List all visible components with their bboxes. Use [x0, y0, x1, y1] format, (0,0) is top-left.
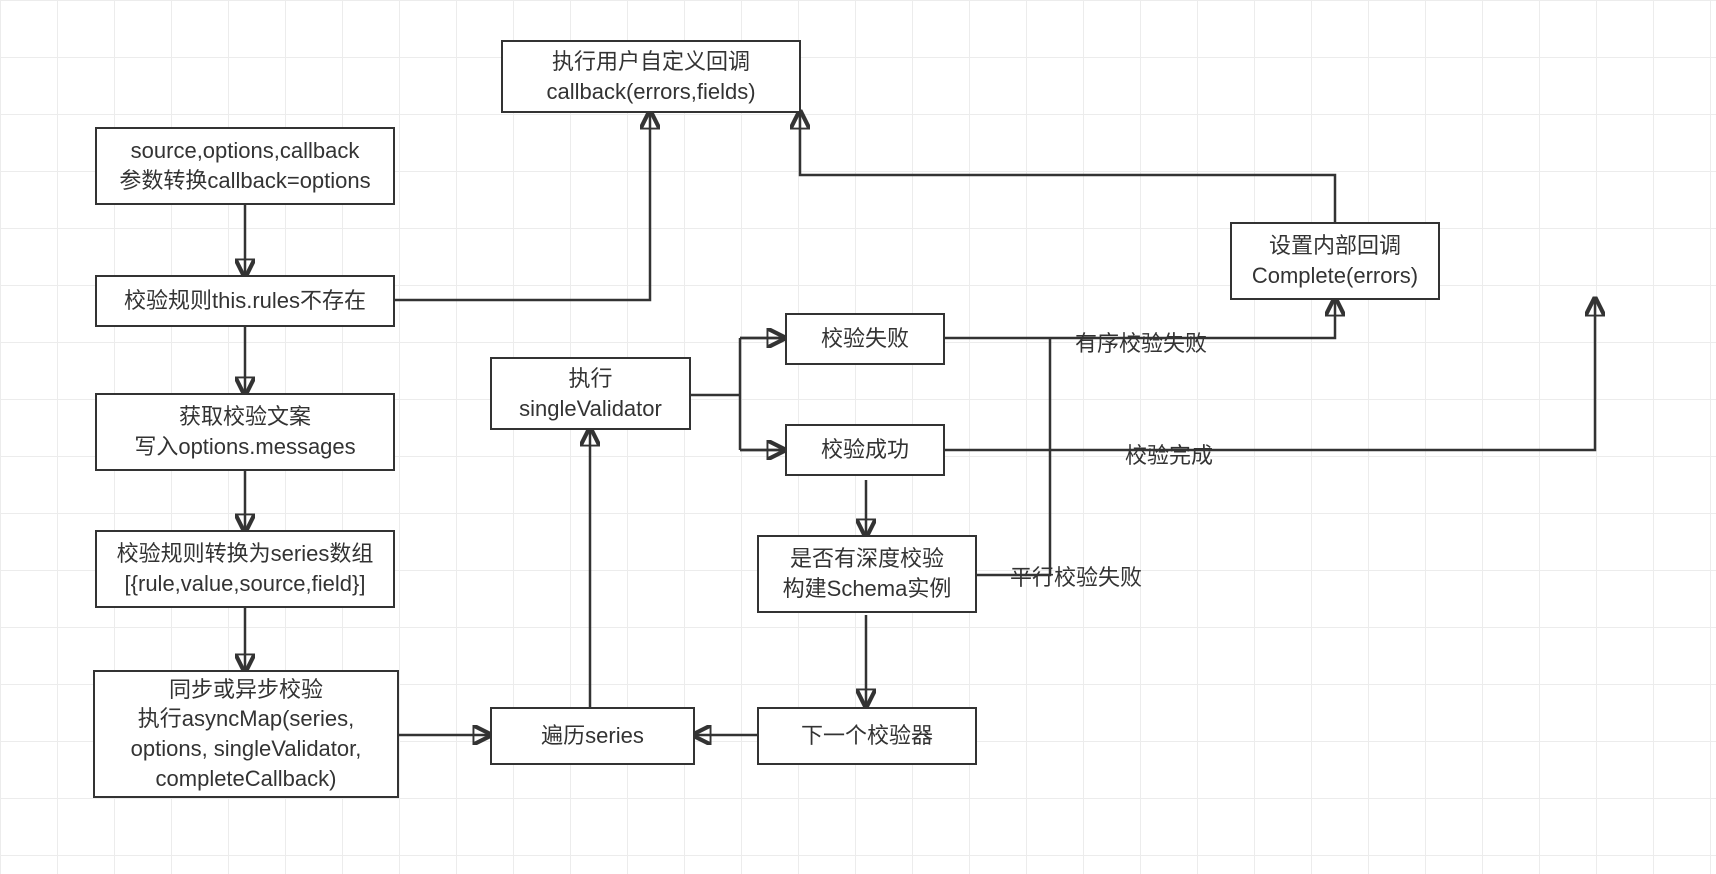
node-async-map: 同步或异步校验 执行asyncMap(series, options, sing…: [93, 670, 399, 798]
node-validate-fail: 校验失败: [785, 313, 945, 365]
node-to-series-array: 校验规则转换为series数组 [{rule,value,source,fiel…: [95, 530, 395, 608]
node-get-messages: 获取校验文案 写入options.messages: [95, 393, 395, 471]
edge-label-ordered-fail: 有序校验失败: [1075, 326, 1207, 358]
node-iterate-series: 遍历series: [490, 707, 695, 765]
node-deep-validate: 是否有深度校验 构建Schema实例: [757, 535, 977, 613]
edge-label-validate-done: 校验完成: [1125, 438, 1213, 470]
node-set-internal-callback: 设置内部回调 Complete(errors): [1230, 222, 1440, 300]
node-next-validator: 下一个校验器: [757, 707, 977, 765]
node-single-validator: 执行 singleValidator: [490, 357, 691, 430]
flowchart-canvas: 执行用户自定义回调 callback(errors,fields) source…: [0, 0, 1716, 874]
node-callback-user: 执行用户自定义回调 callback(errors,fields): [501, 40, 801, 113]
node-validate-success: 校验成功: [785, 424, 945, 476]
edge-label-parallel-fail: 平行校验失败: [1010, 560, 1142, 592]
node-param-convert: source,options,callback 参数转换callback=opt…: [95, 127, 395, 205]
node-rules-missing: 校验规则this.rules不存在: [95, 275, 395, 327]
